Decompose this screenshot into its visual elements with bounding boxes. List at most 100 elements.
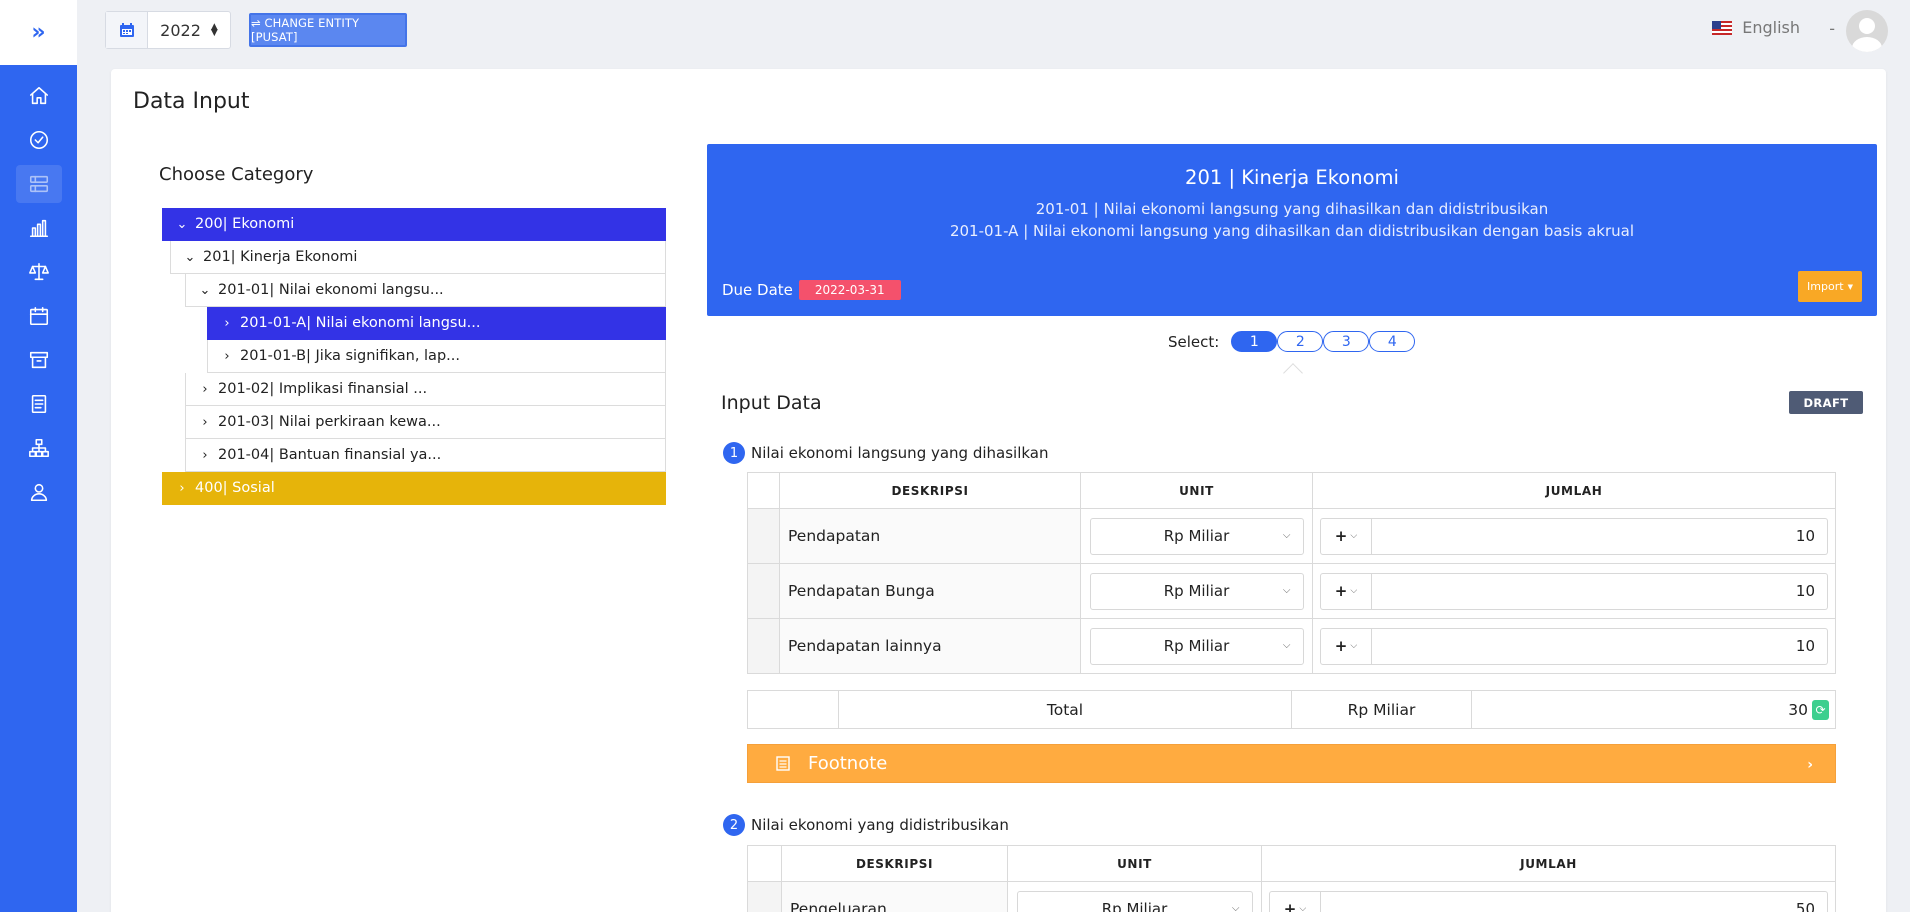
- year-value: 2022: [160, 20, 201, 40]
- data-table: DESKRIPSI UNIT JUMLAH Pengeluaran Rp Mil…: [747, 845, 1836, 912]
- sidebar-item-chart[interactable]: [16, 209, 62, 247]
- sidebar-item-document[interactable]: [16, 385, 62, 423]
- sign-select[interactable]: + ⌵: [1320, 572, 1372, 610]
- table-stub-header: [747, 845, 782, 882]
- unit-cell: Rp Miliar ⌵: [1080, 618, 1313, 674]
- choose-category-label: Choose Category: [159, 164, 314, 185]
- tree-item-label: 201-01| Nilai ekonomi langsu...: [218, 282, 444, 298]
- avatar[interactable]: [1846, 10, 1888, 52]
- amount-cell: + ⌵ 10: [1312, 563, 1836, 619]
- tree-item-label: 201-01-A| Nilai ekonomi langsu...: [240, 315, 481, 331]
- unit-select[interactable]: Rp Miliar ⌵: [1089, 572, 1304, 610]
- chevron-down-icon: ⌵: [1282, 529, 1291, 541]
- tree-item-201-01-b[interactable]: › 201-01-B| Jika signifikan, lap...: [207, 340, 666, 373]
- amount-input-group: + ⌵ 10: [1320, 627, 1828, 665]
- footnote-toggle[interactable]: Footnote ›: [747, 744, 1836, 783]
- table-row: Pendapatan Bunga Rp Miliar ⌵ + ⌵ 10: [747, 563, 1836, 619]
- home-icon: [29, 86, 48, 105]
- tree-item-label: 400| Sosial: [195, 480, 275, 496]
- unit-select[interactable]: Rp Miliar ⌵: [1016, 890, 1253, 912]
- tree-item-201-01-a[interactable]: › 201-01-A| Nilai ekonomi langsu...: [207, 307, 666, 340]
- chevron-down-icon: ⌵: [1231, 902, 1240, 912]
- input-data-title: Input Data: [721, 392, 822, 414]
- tree-item-201-03[interactable]: › 201-03| Nilai perkiraan kewa...: [185, 406, 666, 439]
- tree-item-201-04[interactable]: › 201-04| Bantuan finansial ya...: [185, 439, 666, 472]
- calendar-icon: [106, 12, 148, 48]
- chevron-right-icon: ›: [202, 381, 208, 397]
- calendar-icon: [29, 306, 48, 326]
- chevron-down-icon: ⌵: [1282, 639, 1291, 651]
- select-option-2[interactable]: 2: [1277, 331, 1324, 352]
- sidebar-item-calendar[interactable]: [16, 297, 62, 335]
- language-selector[interactable]: English: [1712, 18, 1800, 37]
- language-label: English: [1742, 18, 1800, 37]
- sidebar-item-list[interactable]: [15, 165, 62, 203]
- section-header: 1 Nilai ekonomi langsung yang dihasilkan: [723, 442, 1049, 464]
- tree-item-200[interactable]: ⌄ 200| Ekonomi: [162, 208, 666, 241]
- bar-chart-icon: [29, 219, 48, 238]
- select-option-4[interactable]: 4: [1369, 331, 1416, 352]
- due-date-badge: 2022-03-31: [798, 280, 901, 300]
- total-stub: [747, 690, 839, 729]
- document-icon: [31, 394, 46, 414]
- sign-value: +: [1334, 637, 1348, 655]
- select-option-3[interactable]: 3: [1323, 331, 1370, 352]
- tree-item-label: 201-04| Bantuan finansial ya...: [218, 447, 442, 463]
- sidebar-item-user[interactable]: [16, 473, 62, 511]
- year-select[interactable]: 2022 ▲ ▼: [148, 12, 230, 48]
- row-stub: [747, 563, 780, 619]
- tree-item-201-02[interactable]: › 201-02| Implikasi finansial ...: [185, 373, 666, 406]
- refresh-icon[interactable]: ⟳: [1812, 699, 1829, 720]
- amount-input[interactable]: 10: [1372, 517, 1828, 555]
- double-chevron-right-icon[interactable]: »: [0, 0, 77, 65]
- amount-input[interactable]: 10: [1372, 572, 1828, 610]
- chevron-down-icon: ⌄: [199, 282, 211, 298]
- column-header: UNIT: [1080, 472, 1313, 509]
- column-header: JUMLAH: [1312, 472, 1836, 509]
- sidebar-nav: [0, 65, 77, 515]
- sidebar-item-scale[interactable]: [16, 253, 62, 291]
- amount-input[interactable]: 50: [1321, 890, 1828, 912]
- change-entity-button[interactable]: ⇌ CHANGE ENTITY [PUSAT]: [249, 13, 407, 47]
- tree-item-201-01[interactable]: ⌄ 201-01| Nilai ekonomi langsu...: [185, 274, 666, 307]
- table-row: Pendapatan lainnya Rp Miliar ⌵ + ⌵ 10: [747, 618, 1836, 674]
- sort-arrows-icon: ▲ ▼: [210, 22, 218, 38]
- tree-item-400[interactable]: › 400| Sosial: [162, 472, 666, 505]
- sign-value: +: [1283, 900, 1297, 912]
- chevron-right-icon: ›: [224, 348, 230, 364]
- section-header: 2 Nilai ekonomi yang didistribusikan: [723, 814, 1009, 836]
- row-description: Pendapatan: [779, 508, 1081, 564]
- sign-select[interactable]: + ⌵: [1269, 890, 1321, 912]
- sidebar-item-check[interactable]: [16, 121, 62, 159]
- section-title: Nilai ekonomi langsung yang dihasilkan: [751, 444, 1049, 462]
- select-label: Select:: [1168, 332, 1220, 351]
- total-value-wrap: 30 ⟳: [1472, 699, 1835, 720]
- topbar: 2022 ▲ ▼ ⇌ CHANGE ENTITY [PUSAT] English …: [77, 0, 1910, 65]
- year-selector[interactable]: 2022 ▲ ▼: [105, 11, 231, 49]
- category-tree: ⌄ 200| Ekonomi ⌄ 201| Kinerja Ekonomi ⌄ 201…: [162, 208, 666, 505]
- sign-select[interactable]: + ⌵: [1320, 517, 1372, 555]
- total-row: Total Rp Miliar 30 ⟳: [747, 690, 1836, 729]
- sign-select[interactable]: + ⌵: [1320, 627, 1372, 665]
- chevron-down-icon: ⌵: [1299, 904, 1307, 912]
- select-option-1[interactable]: 1: [1231, 331, 1278, 352]
- chevron-right-icon: ›: [202, 447, 208, 463]
- unit-value: Rp Miliar: [1163, 582, 1230, 600]
- unit-select[interactable]: Rp Miliar ⌵: [1089, 627, 1304, 665]
- total-value: 30: [1788, 700, 1808, 719]
- us-flag-icon: [1712, 20, 1733, 35]
- sidebar-item-sitemap[interactable]: [16, 429, 62, 467]
- chevron-down-icon: ⌵: [1350, 586, 1358, 596]
- sidebar-item-home[interactable]: [16, 77, 62, 115]
- column-header: DESKRIPSI: [779, 472, 1081, 509]
- table-row: Pengeluaran Rp Miliar ⌵ + ⌵ 50: [747, 881, 1836, 912]
- status-badge: DRAFT: [1789, 391, 1863, 414]
- import-button[interactable]: Import ▼: [1798, 271, 1862, 302]
- sidebar-item-archive[interactable]: [16, 341, 62, 379]
- tree-item-201[interactable]: ⌄ 201| Kinerja Ekonomi: [170, 241, 666, 274]
- table-stub-header: [747, 472, 780, 509]
- amount-input[interactable]: 10: [1372, 627, 1828, 665]
- total-table: Total Rp Miliar 30 ⟳: [747, 690, 1836, 729]
- unit-select[interactable]: Rp Miliar ⌵: [1089, 517, 1304, 555]
- chevron-right-icon: ›: [224, 315, 230, 331]
